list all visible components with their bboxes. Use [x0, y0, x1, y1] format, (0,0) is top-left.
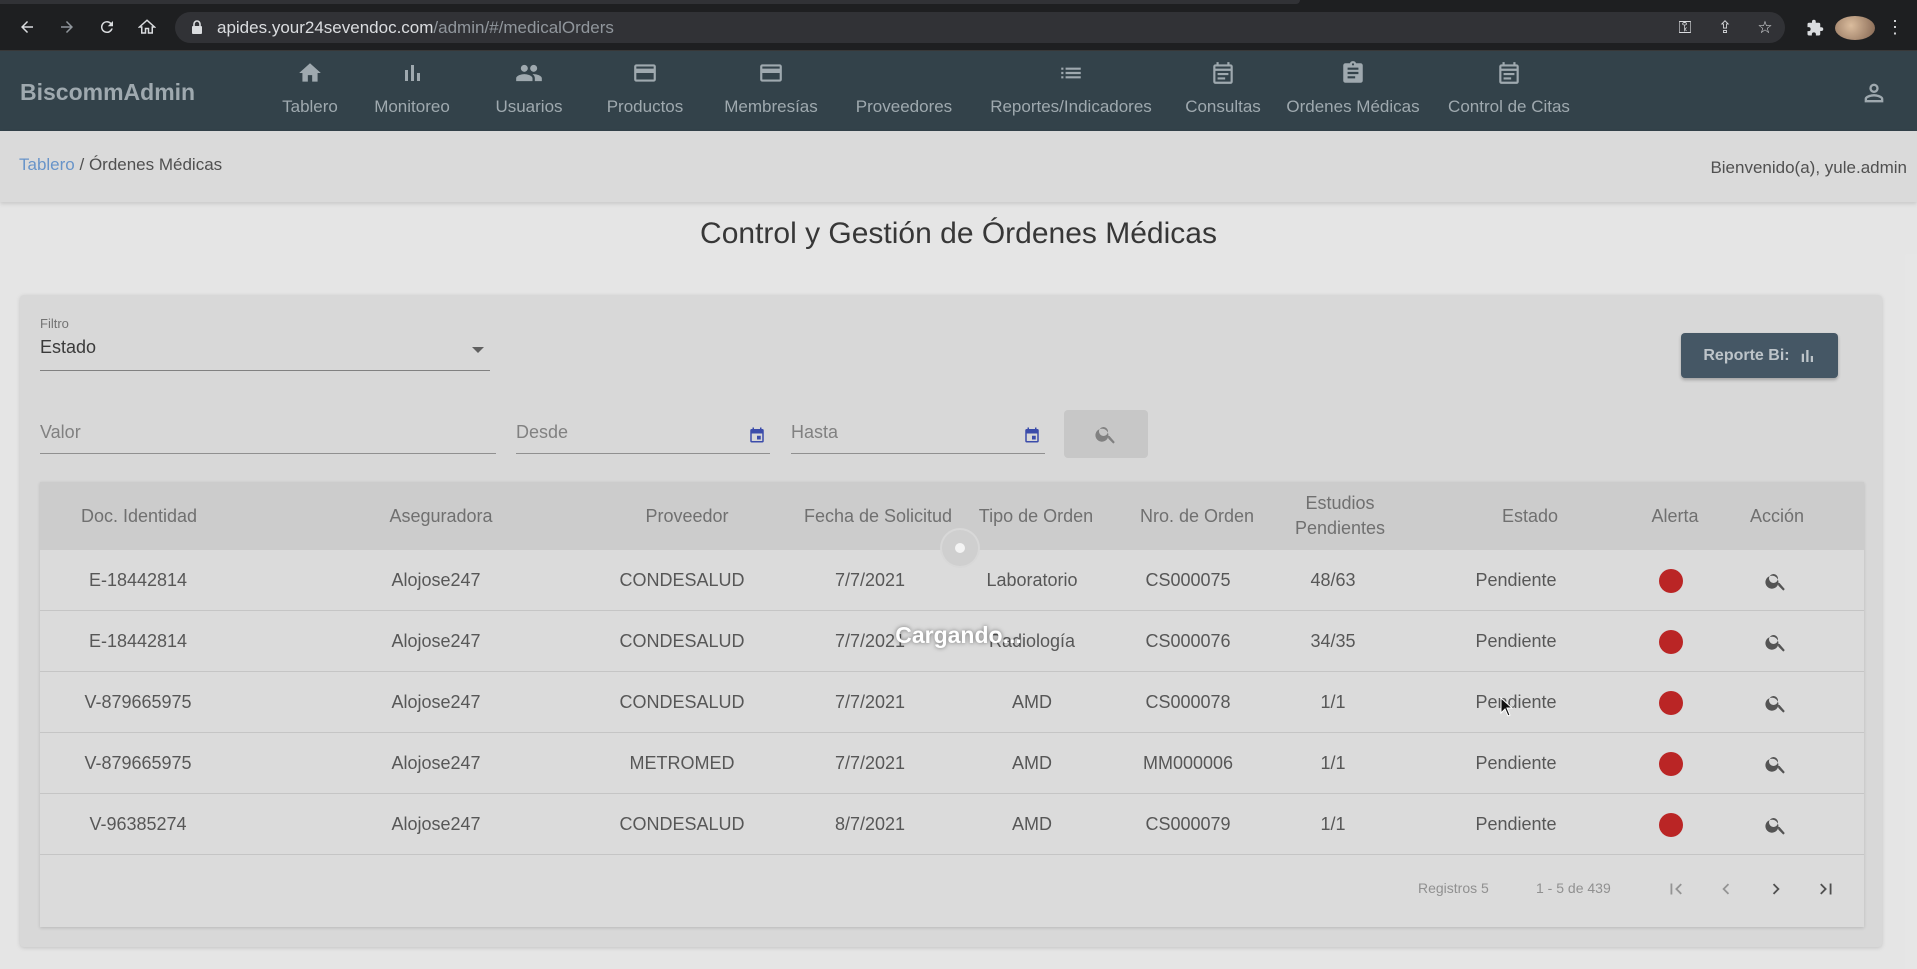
mouse-cursor-icon — [1500, 697, 1514, 717]
loading-spinner — [942, 530, 978, 566]
loading-text: Cargando... — [895, 622, 1022, 648]
loading-overlay: Cargando... — [0, 0, 1917, 969]
